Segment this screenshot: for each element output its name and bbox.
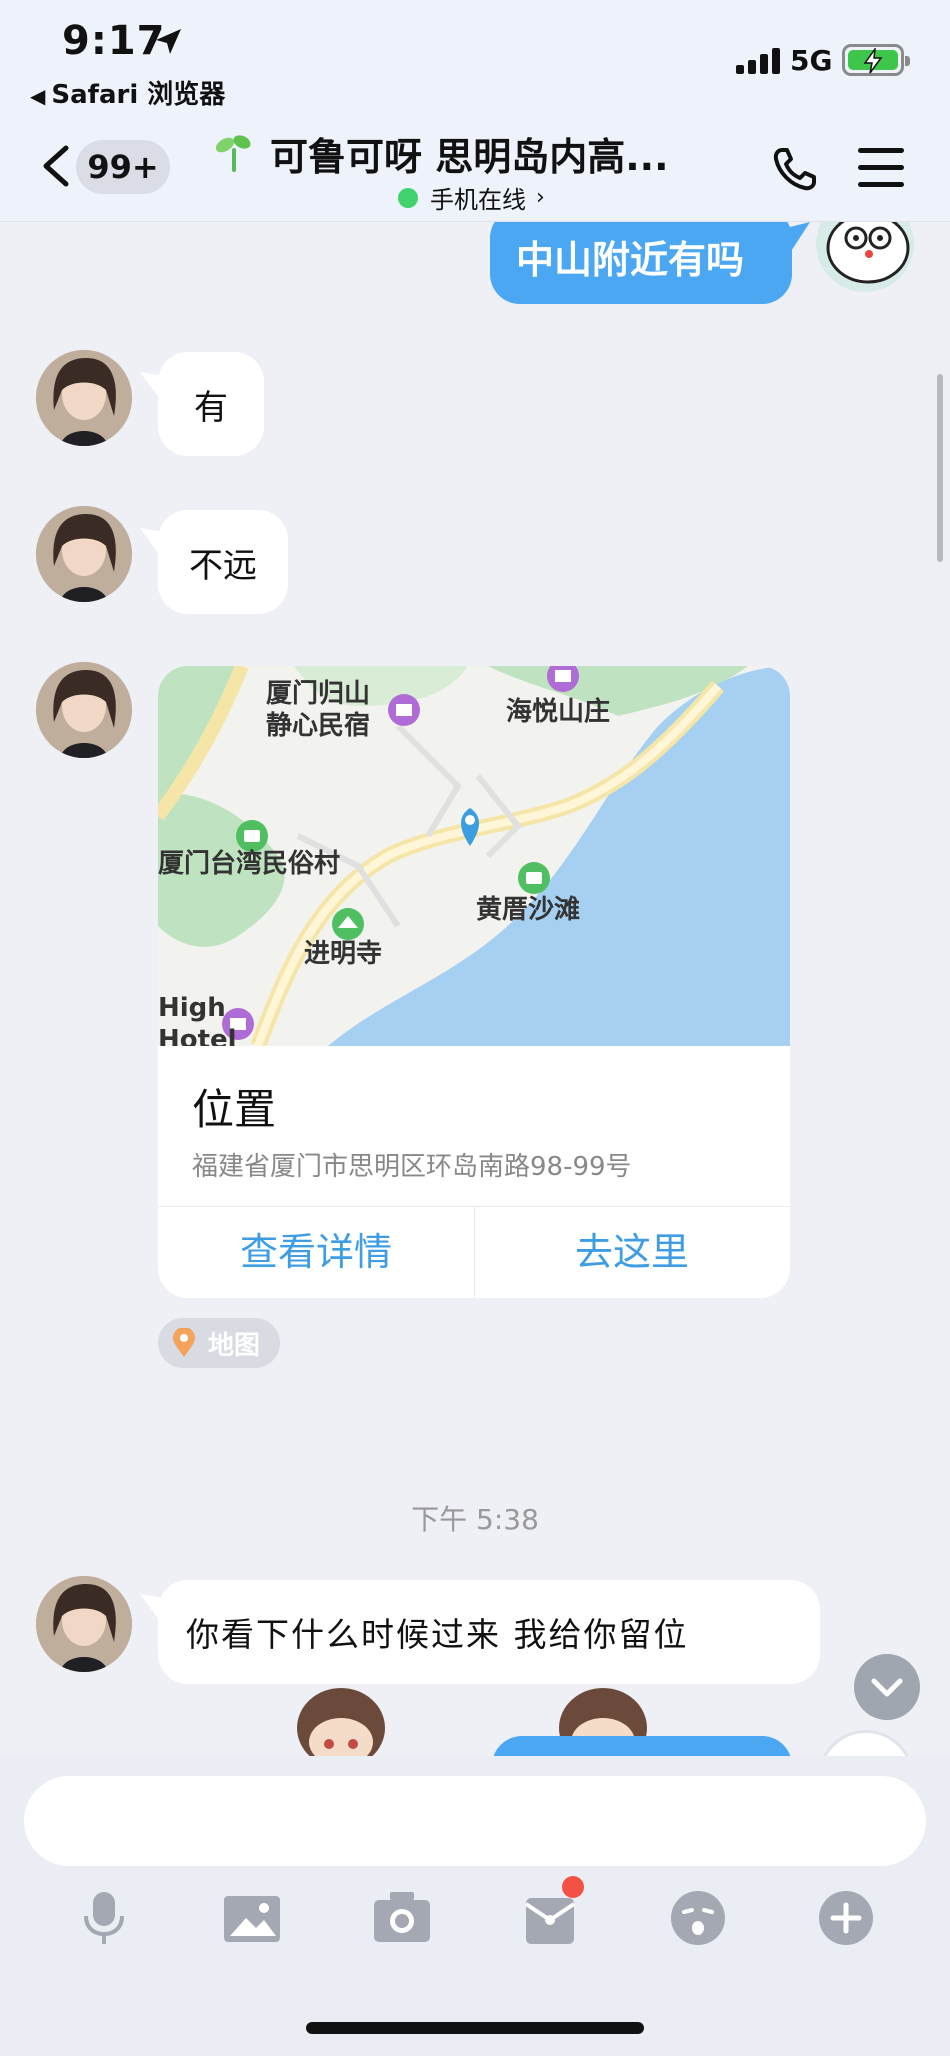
contact-avatar[interactable] (36, 350, 132, 446)
red-packet-button[interactable] (520, 1876, 584, 1948)
chevron-down-icon (871, 1678, 903, 1697)
message-timestamp: 下午 5:38 (411, 1503, 539, 1536)
scrollbar[interactable] (937, 374, 943, 562)
status-bar: 9:17 ◀ Safari 浏览器 5G (0, 0, 950, 110)
contact-avatar[interactable] (36, 506, 132, 602)
message-bubble-outgoing[interactable]: 中山附近有吗 (490, 222, 792, 304)
chat-messages[interactable]: 中山附近有吗 有 不远 厦门归山 静心民宿 海悦山庄 厦门台湾民俗村 黄厝沙滩 … (0, 222, 950, 1756)
scroll-to-bottom-button[interactable] (854, 1654, 920, 1720)
map-source-tag[interactable]: 地图 (158, 1318, 281, 1368)
sprout-icon (215, 135, 251, 172)
location-card[interactable]: 厦门归山 静心民宿 海悦山庄 厦门台湾民俗村 黄厝沙滩 进明寺 High Hot… (158, 666, 790, 1298)
contact-photo-icon (36, 1576, 132, 1672)
contact-photo-icon (36, 662, 132, 758)
phone-call-icon[interactable] (772, 146, 818, 192)
partial-outgoing-bubble[interactable] (492, 1736, 792, 1756)
anime-sticker-decoration (297, 1688, 385, 1756)
map-label: 进明寺 (304, 939, 382, 969)
map-label: 黄厝沙滩 (476, 894, 580, 925)
message-bubble-incoming[interactable]: 你看下什么时候过来 我给你留位 (158, 1580, 820, 1684)
cellular-signal-icon (736, 48, 780, 74)
online-status[interactable]: 手机在线 › (398, 180, 545, 215)
home-indicator[interactable] (306, 2022, 644, 2034)
map-label: 静心民宿 (266, 710, 370, 741)
message-bubble-incoming[interactable]: 不远 (158, 510, 288, 614)
contact-photo-icon (36, 350, 132, 446)
map-preview[interactable]: 厦门归山 静心民宿 海悦山庄 厦门台湾民俗村 黄厝沙滩 进明寺 High Hot… (158, 666, 790, 1046)
battery-charging-icon (842, 44, 910, 76)
message-text: 不远 (189, 545, 257, 586)
my-avatar[interactable] (818, 1730, 914, 1756)
notification-dot (562, 1876, 584, 1898)
contact-avatar[interactable] (36, 1576, 132, 1672)
my-avatar[interactable] (816, 222, 914, 292)
message-text: 中山附近有吗 (516, 239, 745, 282)
contact-photo-icon (36, 506, 132, 602)
map-tag-label: 地图 (208, 1330, 261, 1361)
unread-badge[interactable]: 99+ (76, 140, 170, 194)
map-label: High (158, 993, 226, 1023)
map-pin-icon (173, 1328, 195, 1357)
navigate-here-button[interactable]: 去这里 (474, 1206, 790, 1298)
message-text: 有 (194, 387, 228, 428)
network-type: 5G (790, 44, 833, 77)
view-details-button[interactable]: 查看详情 (158, 1206, 474, 1298)
map-label: 海悦山庄 (506, 696, 610, 727)
status-time: 9:17 (62, 18, 166, 64)
cat-sticker-avatar-icon (826, 222, 910, 284)
emoji-icon[interactable] (668, 1888, 728, 1948)
camera-icon[interactable] (372, 1888, 432, 1948)
message-input[interactable] (24, 1776, 926, 1866)
outgoing-bubble-tail-icon (786, 222, 810, 256)
message-text: 你看下什么时候过来 我给你留位 (186, 1615, 689, 1654)
input-area (0, 1756, 950, 2056)
menu-icon[interactable] (858, 148, 904, 188)
back-to-app-link[interactable]: ◀ Safari 浏览器 (30, 74, 225, 111)
image-icon[interactable] (222, 1888, 282, 1948)
location-address: 福建省厦门市思明区环岛南路98-99号 (192, 1152, 632, 1182)
chat-header: 99+ 可鲁可呀 思明岛内高... 手机在线 › (0, 110, 950, 222)
chevron-right-icon: › (536, 185, 545, 210)
online-status-label: 手机在线 (430, 186, 526, 214)
map-label: Hotel (158, 1025, 237, 1046)
back-chevron-icon[interactable] (38, 144, 74, 188)
message-bubble-incoming[interactable]: 有 (158, 352, 264, 456)
back-app-label: Safari 浏览器 (51, 80, 226, 110)
online-dot-icon (398, 187, 418, 208)
map-label: 厦门台湾民俗村 (158, 848, 340, 879)
location-arrow-icon (156, 29, 181, 54)
location-title: 位置 (192, 1085, 277, 1134)
chat-title[interactable]: 可鲁可呀 思明岛内高... (270, 126, 710, 181)
back-triangle-icon: ◀ (30, 84, 46, 108)
plus-icon[interactable] (816, 1888, 876, 1948)
map-label: 厦门归山 (266, 679, 370, 709)
contact-avatar[interactable] (36, 662, 132, 758)
microphone-icon[interactable] (74, 1888, 134, 1948)
